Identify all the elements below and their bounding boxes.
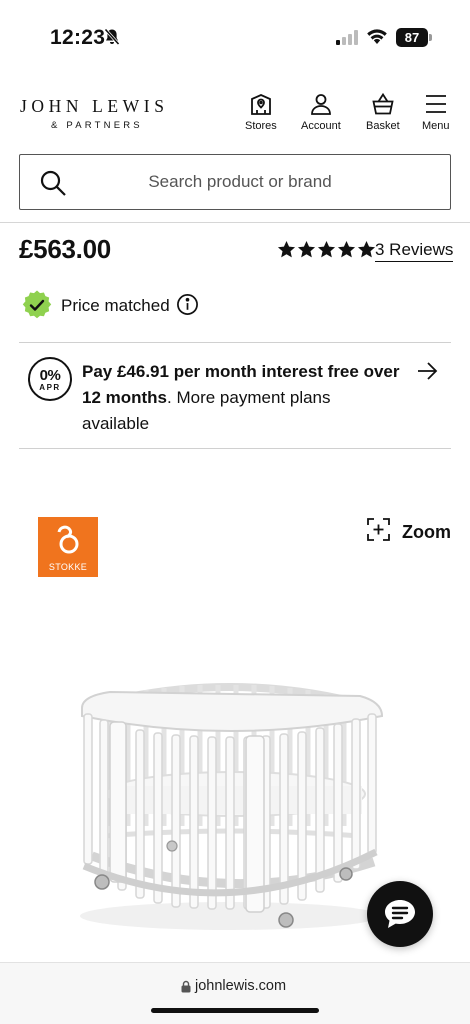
lock-icon — [181, 980, 191, 998]
battery-tip — [429, 34, 432, 41]
store-icon — [249, 92, 273, 116]
nav-account-label: Account — [301, 120, 341, 132]
status-bar: 12:23 87 — [0, 0, 470, 70]
zoom-button[interactable]: Zoom — [355, 518, 451, 546]
price-matched-check-icon — [21, 289, 53, 326]
price-matched-label: Price matched — [61, 296, 170, 315]
basket-icon — [371, 92, 395, 116]
divider — [19, 342, 451, 343]
star-icon — [357, 240, 376, 258]
silent-bell-icon — [104, 28, 120, 51]
site-header: JOHN LEWIS & PARTNERS Stores Account Bas… — [0, 80, 470, 140]
cellular-signal-icon — [336, 30, 358, 50]
star-icon — [317, 240, 336, 258]
finance-offer[interactable]: Pay £46.91 per month interest free over … — [82, 359, 402, 437]
product-image[interactable] — [70, 676, 390, 943]
brand-name: STOKKE — [48, 562, 88, 572]
star-icon — [337, 240, 356, 258]
nav-stores[interactable]: Stores — [245, 92, 277, 132]
logo-line-2: & PARTNERS — [51, 120, 143, 131]
rating-stars[interactable] — [277, 240, 377, 259]
stokke-mark-icon — [53, 524, 83, 561]
nav-menu-label: Menu — [422, 120, 450, 132]
account-icon — [309, 92, 333, 116]
info-icon[interactable] — [176, 293, 199, 321]
zoom-label: Zoom — [402, 521, 451, 542]
url-text: johnlewis.com — [195, 978, 287, 994]
search-box[interactable] — [19, 154, 451, 210]
logo-line-1: JOHN LEWIS — [20, 96, 169, 116]
home-indicator[interactable] — [151, 1008, 319, 1013]
nav-stores-label: Stores — [245, 120, 277, 132]
product-price: £563.00 — [19, 234, 111, 264]
chat-bubble-icon — [385, 900, 415, 928]
status-time: 12:23 — [50, 26, 106, 49]
zero-apr-badge: 0% APR — [28, 357, 72, 401]
nav-account[interactable]: Account — [301, 92, 341, 132]
john-lewis-logo[interactable]: JOHN LEWIS & PARTNERS — [20, 96, 169, 131]
browser-url-bar[interactable]: johnlewis.com — [0, 962, 470, 1024]
nav-basket-label: Basket — [366, 120, 400, 132]
zoom-expand-icon — [367, 518, 390, 546]
nav-menu[interactable]: Menu — [422, 92, 450, 132]
apr-label: APR — [39, 383, 61, 392]
star-icon — [277, 240, 296, 258]
apr-percent: 0% — [39, 367, 61, 384]
arrow-right-icon[interactable] — [416, 360, 438, 387]
battery-icon: 87 — [396, 28, 428, 47]
wifi-icon — [366, 28, 388, 50]
header-divider — [0, 222, 470, 223]
stokke-brand-logo[interactable]: STOKKE — [38, 517, 98, 577]
reviews-link[interactable]: 3 Reviews — [375, 240, 454, 262]
divider — [19, 448, 451, 449]
search-input[interactable] — [80, 155, 440, 209]
star-icon — [297, 240, 316, 258]
hamburger-menu-icon — [424, 92, 448, 116]
search-icon[interactable] — [39, 169, 67, 202]
chat-button[interactable] — [367, 881, 433, 947]
nav-basket[interactable]: Basket — [366, 92, 400, 132]
